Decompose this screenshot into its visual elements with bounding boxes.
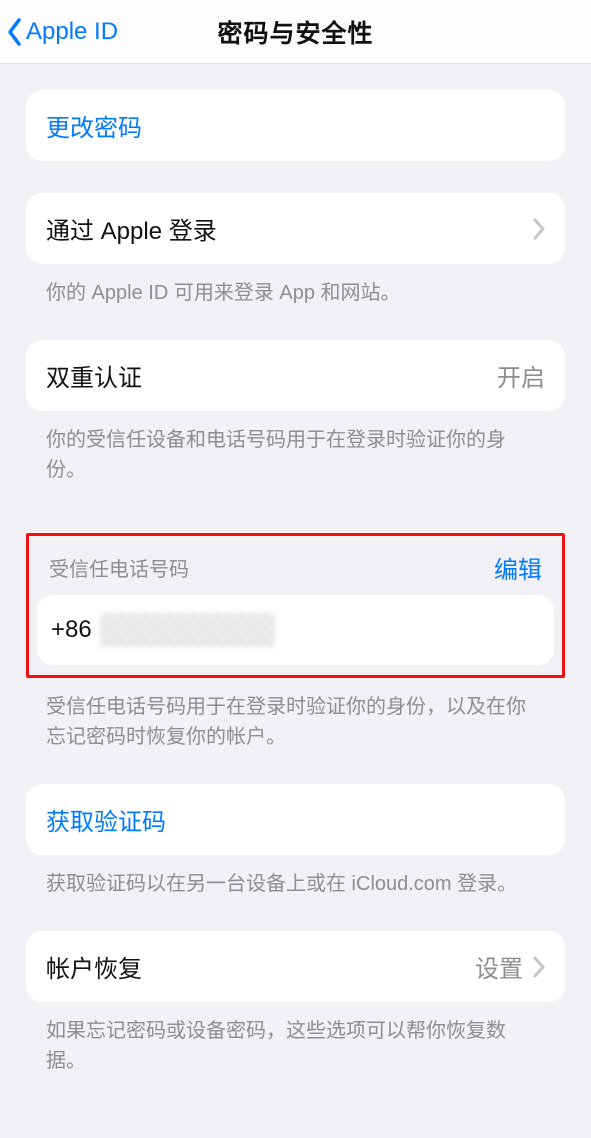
two-factor-value: 开启: [497, 358, 545, 393]
change-password-label: 更改密码: [46, 108, 142, 143]
account-recovery-row[interactable]: 帐户恢复 设置: [26, 931, 565, 1002]
trusted-phone-highlight: 受信任电话号码 编辑 +86: [26, 533, 565, 678]
chevron-left-icon: [6, 17, 24, 47]
back-button[interactable]: Apple ID: [6, 17, 118, 47]
get-verification-code-footer: 获取验证码以在另一台设备上或在 iCloud.com 登录。: [26, 855, 565, 899]
trusted-phone-row[interactable]: +86: [37, 595, 554, 665]
nav-bar: Apple ID 密码与安全性: [0, 0, 591, 64]
get-verification-code-row[interactable]: 获取验证码: [26, 784, 565, 855]
trusted-phone-header-title: 受信任电话号码: [49, 553, 189, 582]
sign-in-with-apple-row[interactable]: 通过 Apple 登录: [26, 193, 565, 264]
sign-in-with-apple-label: 通过 Apple 登录: [46, 211, 217, 246]
chevron-right-icon: [533, 218, 545, 240]
phone-prefix: +86: [51, 616, 92, 644]
change-password-row[interactable]: 更改密码: [26, 90, 565, 161]
back-label: Apple ID: [26, 18, 118, 46]
trusted-phone-header: 受信任电话号码 编辑: [37, 542, 554, 595]
two-factor-label: 双重认证: [46, 358, 142, 393]
get-verification-code-label: 获取验证码: [46, 802, 166, 837]
two-factor-row[interactable]: 双重认证 开启: [26, 340, 565, 411]
account-recovery-label: 帐户恢复: [46, 949, 142, 984]
redacted-phone-icon: [100, 613, 275, 647]
account-recovery-value: 设置: [475, 949, 523, 984]
two-factor-footer: 你的受信任设备和电话号码用于在登录时验证你的身份。: [26, 411, 565, 485]
trusted-phone-footer: 受信任电话号码用于在登录时验证你的身份，以及在你忘记密码时恢复你的帐户。: [26, 678, 565, 752]
chevron-right-icon: [533, 956, 545, 978]
account-recovery-footer: 如果忘记密码或设备密码，这些选项可以帮你恢复数据。: [26, 1002, 565, 1076]
sign-in-with-apple-footer: 你的 Apple ID 可用来登录 App 和网站。: [26, 264, 565, 308]
trusted-phone-number: +86: [51, 613, 275, 647]
trusted-phone-edit-button[interactable]: 编辑: [494, 550, 542, 585]
